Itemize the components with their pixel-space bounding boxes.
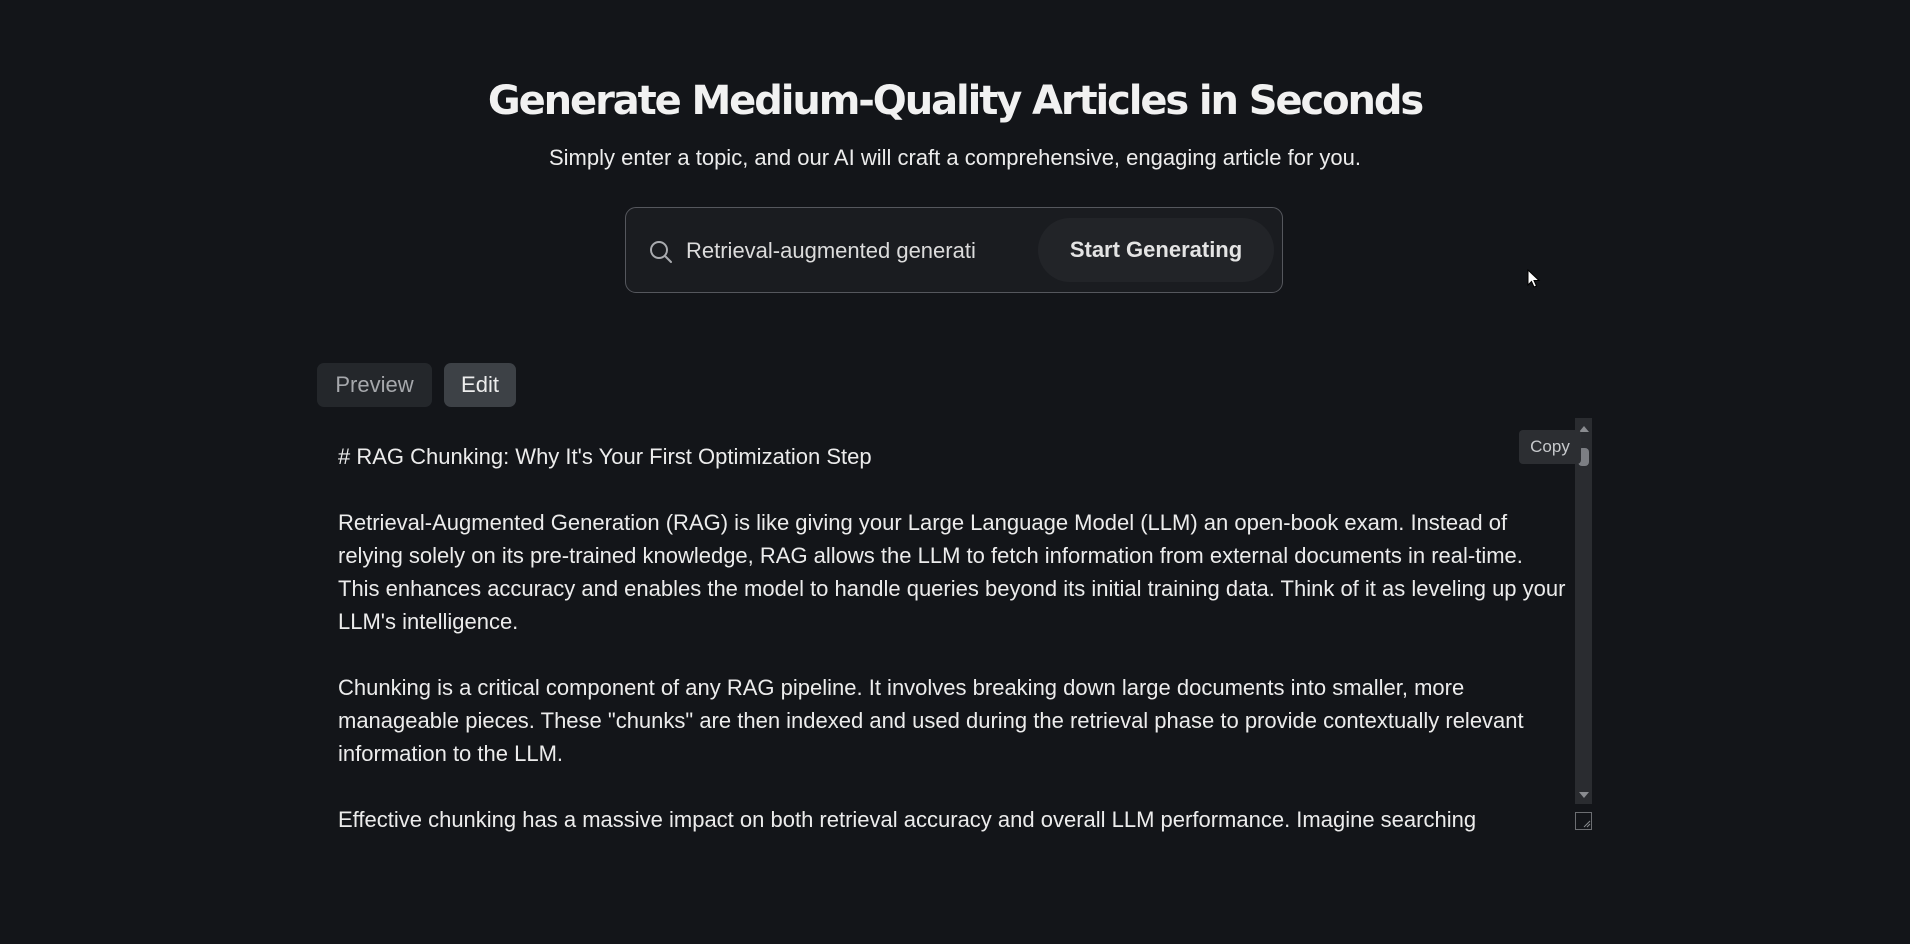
start-generating-button[interactable]: Start Generating xyxy=(1038,218,1274,282)
editor-scrollbar[interactable] xyxy=(1575,418,1592,804)
scroll-down-arrow-icon[interactable] xyxy=(1579,792,1589,798)
app-root: Generate Medium-Quality Articles in Seco… xyxy=(0,0,1910,944)
resize-handle[interactable] xyxy=(1575,812,1592,830)
page-subtitle: Simply enter a topic, and our AI will cr… xyxy=(549,145,1361,170)
article-paragraph: Retrieval-Augmented Generation (RAG) is … xyxy=(338,510,1566,634)
article-heading-line: # RAG Chunking: Why It's Your First Opti… xyxy=(338,444,872,469)
article-paragraph: Effective chunking has a massive impact … xyxy=(338,807,1477,832)
page-title: Generate Medium-Quality Articles in Seco… xyxy=(487,78,1424,124)
article-editor[interactable]: # RAG Chunking: Why It's Your First Opti… xyxy=(317,418,1592,834)
topic-input[interactable] xyxy=(686,230,976,272)
tab-edit[interactable]: Edit xyxy=(444,363,516,407)
editor-content[interactable]: # RAG Chunking: Why It's Your First Opti… xyxy=(338,440,1570,834)
mouse-cursor-icon xyxy=(1527,268,1541,289)
tab-preview[interactable]: Preview xyxy=(317,363,432,407)
copy-button[interactable]: Copy xyxy=(1519,430,1581,464)
search-icon xyxy=(648,239,674,265)
article-paragraph: Chunking is a critical component of any … xyxy=(338,675,1524,766)
topic-search-bar: Start Generating xyxy=(625,207,1283,293)
